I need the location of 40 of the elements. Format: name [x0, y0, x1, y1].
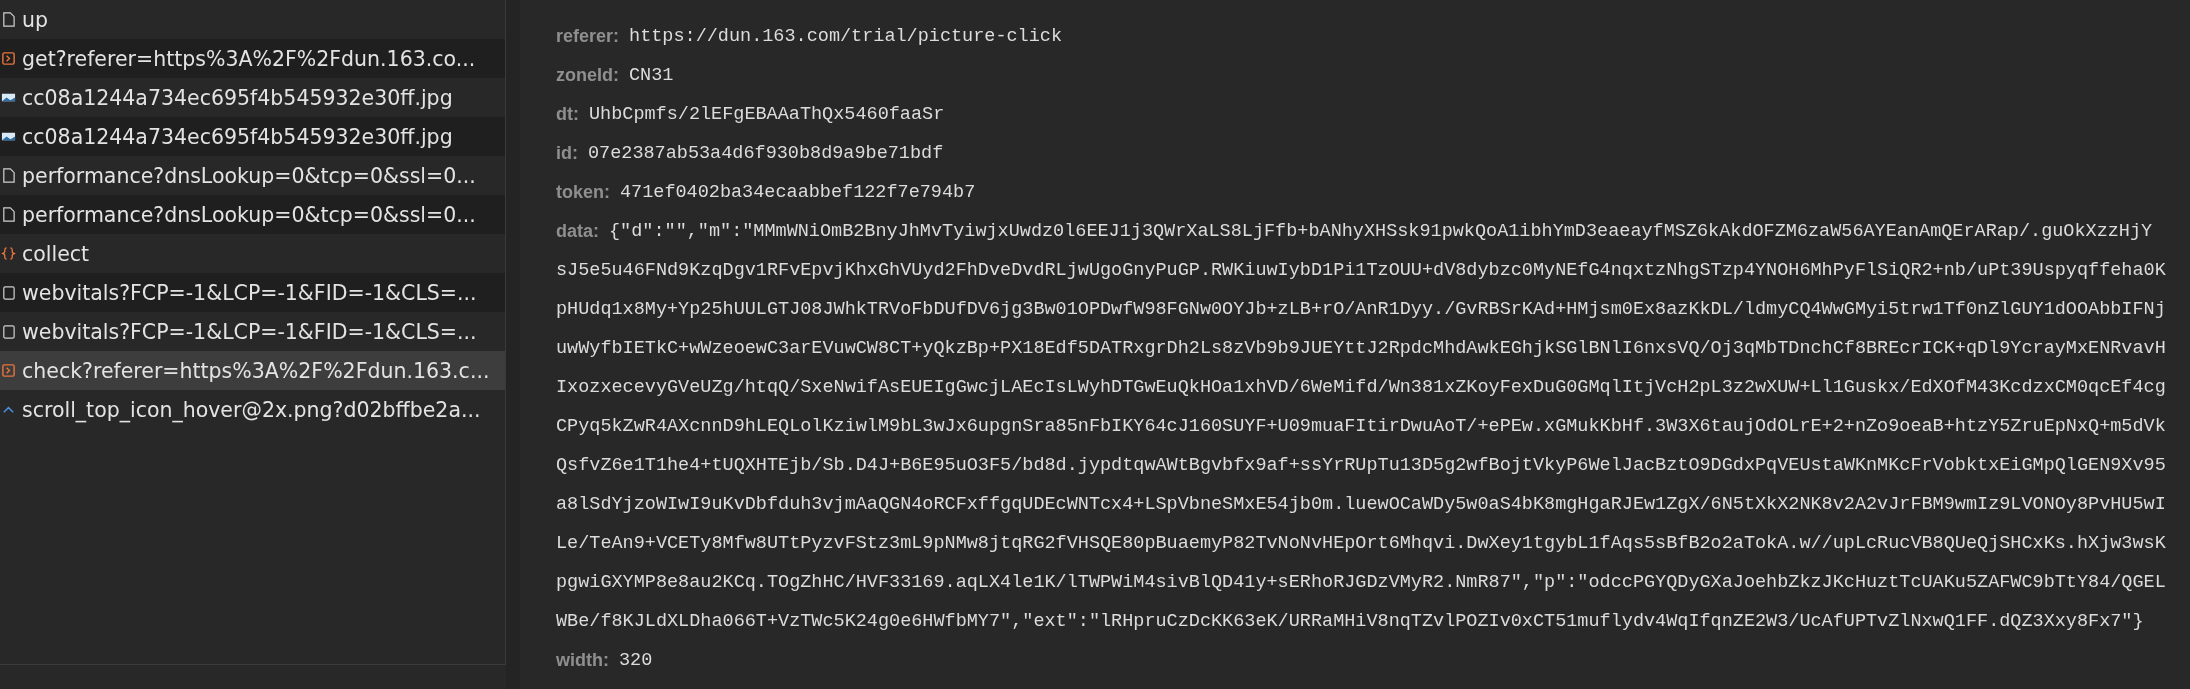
request-name: cc08a1244a734ec695f4b545932e30ff.jpg — [22, 124, 453, 149]
param-value: pHUdq1x8My+Yp25hUULGTJ08JWhkTRVoFbDUfDV6jg3Bw01OPDwfW98FGNw0OYJb+zLB+rO/AnR1Dyy./GvRBSrKAd+HMjsm0Ex8azKkDL/ldmyCQ4WwGMyi5trw1Tf0nZlGUY1dOOAbbIFNj — [556, 299, 2166, 320]
param-value: IxozxecevyGVeUZg/htqQ/SxeNwifAsEUEIgGwcjLAEcIsLWyhDTGwEuQkHOa1xhVD/6WeMifd/Wn381xZKoyFexDuG0GMqlItjVcH2pL3z2wXUW+Ll1Guskx/EdXOfM43KcdzxCM0qcEf4cg — [556, 377, 2166, 398]
param-value: QsfvZ6e1T1he4+tUQXHTEjb/Sb.D4J+B6E95uO3F5/bd8d.jypdtqwAWtBgvbfx9af+ssYrRUpTu13D5g2wfBojtVkyP6WelJacBztO9DGdxPqVEUstaWKnMKcFrVobktxEiGMpQlGEN9Xv95 — [556, 455, 2166, 476]
param-value: 320 — [619, 650, 653, 671]
request-name: scroll_top_icon_hover@2x.png?d02bffbe2a... — [22, 397, 481, 422]
request-row[interactable]: cc08a1244a734ec695f4b545932e30ff.jpg — [0, 117, 505, 156]
param-value: pgwiGXYMP8e8au2KCq.TOgZhHC/HVF33169.aqLX4le1K/lTWPWiM4sivBlQD41y+sERhoRJGDzVMyR2.NmR87","p":"odccPGYQDyGXaJoehbZkzJKcHuztTcUAKu5ZAFWC9bTtY84/QGEL — [556, 572, 2166, 593]
request-name: webvitals?FCP=-1&LCP=-1&FID=-1&CLS=... — [22, 319, 477, 344]
param-key: dt: — [556, 104, 579, 125]
request-name: performance?dnsLookup=0&tcp=0&ssl=0... — [22, 202, 476, 227]
param-value: sJ5e5u46FNd9KzqDgv1RFvEpvjKhxGhVUyd2FhDveDvdRLjwUgoGnyPuGP.RWKiuwIybD1Pi1TzOUU+dV8dybzc0MyNEfG4nqxtzNhgSTzp4YNOH6MhPyFlSiQR2+nb/uPt39Uspyqffeha0K — [556, 260, 2166, 281]
param-key: data: — [556, 221, 599, 242]
param-value: Le/TeAn9+VCETy8Mfw8UTtPyzvFStz3mL9pNMw8jtqRG2fVHSQE80pBuaemyP82TvNoNvHEpOrt6Mhqvi.DwXey1tgybL1fAqs5sBfB2o2aTokA.w//upLcRucVB8QUeQjSHCxKs.hXjw3wsK — [556, 533, 2166, 554]
request-name: performance?dnsLookup=0&tcp=0&ssl=0... — [22, 163, 476, 188]
request-row[interactable]: performance?dnsLookup=0&tcp=0&ssl=0... — [0, 195, 505, 234]
param-value: {"d":"","m":"MMmWNiOmB2BnyJhMvTyiwjxUwdz0l6EEJ1j3QWrXaLS8LjFfb+bANhyXHSsk91pwkQoA1ibhYmD3eaeayfMSZ6kAkdOFZM6zaW56AYEanAmQErARap/.guOkXzzHjY — [609, 221, 2153, 242]
param-value: CN31 — [629, 65, 674, 86]
request-name: up — [22, 7, 48, 32]
param-value: a8lSdYjzoWIwI9uKvDbfduh3vjmAaQGN4oRCFxffgqUDEcWNTcx4+LSpVbneSMxE54jb0m.luewOCaWDy5w0aS4bK8mgHgaRJEw1ZgX/6N5tXkX2NK8v2A2vJrFBM9wmIz9LVONOy8PvHU5wI — [556, 494, 2166, 515]
request-name: collect — [22, 241, 90, 266]
request-name: get?referer=https%3A%2F%2Fdun.163.co... — [22, 46, 476, 71]
request-row[interactable]: webvitals?FCP=-1&LCP=-1&FID=-1&CLS=... — [0, 273, 505, 312]
param-value: CPyq5kZwR4AXcnnD9hLEQLolKziwlM9bL3wJx6upgnSra85nFbIKY64cJ160SUYF+U09muaFItirDwuAoT/+ePEw.xGMukKbHf.3W3X6taujOdOLrE+2+nZo9oeaB+htzY5ZruEpNxQ+m5dVk — [556, 416, 2166, 437]
param-value: 07e2387ab53a4d6f930b8d9a9be71bdf — [588, 143, 944, 164]
param-key: referer: — [556, 26, 620, 47]
param-value: WBe/f8KJLdXLDha066T+VzTWc5K24g0e6HWfbMY7","ext":"lRHpruCzDcKK63eK/URRaMHiV8nqTZvlPOZIv0xCT51muflydv4WqIfqnZE2W3/UcAfUPTvZlNxwQ1FF.dQZ3Xxy8Fx7"} — [556, 611, 2144, 632]
request-name: check?referer=https%3A%2F%2Fdun.163.c... — [22, 358, 490, 383]
request-name: webvitals?FCP=-1&LCP=-1&FID=-1&CLS=... — [22, 280, 477, 305]
param-key: id: — [556, 143, 578, 164]
request-row[interactable]: check?referer=https%3A%2F%2Fdun.163.c... — [0, 351, 505, 390]
param-key: token: — [556, 182, 610, 203]
request-row[interactable]: get?referer=https%3A%2F%2Fdun.163.co... — [0, 39, 505, 78]
param-value: 471ef0402ba34ecaabbef122f7e794b7 — [620, 182, 976, 203]
request-name: cc08a1244a734ec695f4b545932e30ff.jpg — [22, 85, 453, 110]
param-value: UhbCpmfs/2lEFgEBAAaThQx5460faaSr — [589, 104, 945, 125]
param-value: https://dun.163.com/trial/picture-click — [629, 26, 1063, 47]
param-value: uwWyfbIETkC+wWzeoewC3arEVuwCW8CT+yQkzBp+PX18Edf5DATRxgrDh2Ls8zVb9b9JUEYttJ2RpdcMhdAwkEGhjkSGlBNlI6nxsVQ/Oj3qMbTDnchCf8BREcrICK+qDl9YcrayMxENRvavH — [556, 338, 2166, 359]
param-key: zoneId: — [556, 65, 619, 86]
param-key: width: — [556, 650, 609, 671]
